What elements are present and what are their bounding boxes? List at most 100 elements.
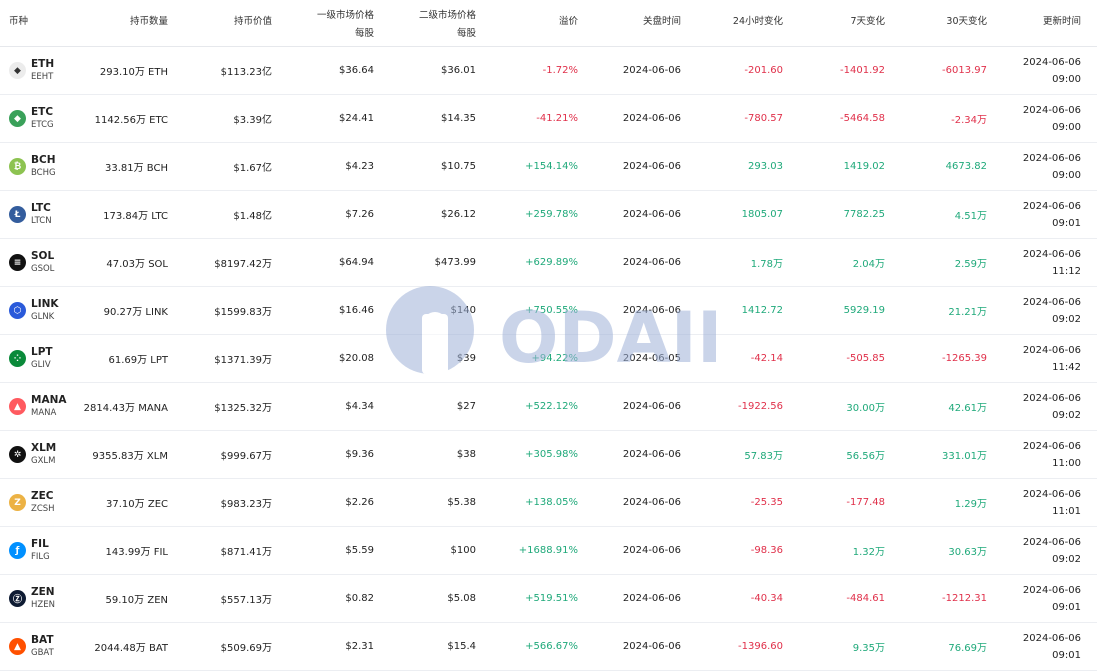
table-row[interactable]: Ł LTC LTCN 173.84万 LTC $1.48亿 $7.26 $26.… [0, 191, 1097, 239]
updated-time: 09:01 [1052, 217, 1081, 229]
updated-date: 2024-06-06 [1022, 200, 1081, 212]
secondary-price-cell: $14.35 [441, 113, 476, 124]
change-30d-cell: -2.34万 [951, 115, 987, 126]
premium-cell: +1688.91% [518, 545, 578, 556]
ethereum-icon: ◆ [9, 62, 26, 79]
holdings-cell: 90.27万 LINK [103, 307, 168, 318]
coin-cell[interactable]: ▲ MANA MANA [9, 383, 79, 430]
premium-cell: +629.89% [525, 257, 578, 268]
updated-time: 09:01 [1052, 649, 1081, 661]
updated-cell: 2024-06-06 11:00 [987, 431, 1081, 478]
litecoin-icon: Ł [9, 206, 26, 223]
premium-cell: +94.22% [531, 353, 578, 364]
trust-ticker: GLIV [31, 359, 51, 370]
value-cell: $557.13万 [220, 595, 272, 606]
table-row[interactable]: ⬡ LINK GLNK 90.27万 LINK $1599.83万 $16.46… [0, 287, 1097, 335]
coin-cell[interactable]: ⁘ LPT GLIV [9, 335, 79, 382]
change-7d-cell: -505.85 [846, 353, 885, 364]
table-row[interactable]: ▲ BAT GBAT 2044.48万 BAT $509.69万 $2.31 $… [0, 623, 1097, 671]
header-premium[interactable]: 溢价 [476, 0, 578, 46]
header-change-7d[interactable]: 7天变化 [783, 0, 885, 46]
change-30d-cell: 42.61万 [948, 403, 987, 414]
coin-cell[interactable]: ✲ XLM GXLM [9, 431, 79, 478]
close-time-cell: 2024-06-06 [622, 209, 681, 220]
trust-ticker: ZCSH [31, 503, 55, 514]
table-row[interactable]: Ⓩ ZEN HZEN 59.10万 ZEN $557.13万 $0.82 $5.… [0, 575, 1097, 623]
livepeer-icon: ⁘ [9, 350, 26, 367]
updated-cell: 2024-06-06 09:02 [987, 287, 1081, 334]
filecoin-icon: ƒ [9, 542, 26, 559]
table-row[interactable]: ƒ FIL FILG 143.99万 FIL $871.41万 $5.59 $1… [0, 527, 1097, 575]
change-30d-cell: -1212.31 [942, 593, 987, 604]
updated-date: 2024-06-06 [1022, 296, 1081, 308]
updated-time: 11:01 [1052, 505, 1081, 517]
header-close-time[interactable]: 关盘时间 [578, 0, 681, 46]
basic-attention-token-icon: ▲ [9, 638, 26, 655]
change-7d-cell: 1419.02 [843, 161, 885, 172]
value-cell: $1599.83万 [214, 307, 272, 318]
coin-cell[interactable]: ƒ FIL FILG [9, 527, 79, 574]
coin-name: BCH [31, 153, 56, 166]
primary-price-cell: $4.23 [345, 161, 374, 172]
change-30d-cell: 331.01万 [942, 451, 987, 462]
updated-time: 11:12 [1052, 265, 1081, 277]
value-cell: $983.23万 [220, 499, 272, 510]
updated-date: 2024-06-06 [1022, 248, 1081, 260]
updated-time: 09:01 [1052, 601, 1081, 613]
change-24h-cell: 1805.07 [741, 209, 783, 220]
coin-cell[interactable]: Z ZEC ZCSH [9, 479, 79, 526]
header-updated[interactable]: 更新时间 [987, 0, 1081, 46]
close-time-cell: 2024-06-05 [622, 353, 681, 364]
header-change-24h[interactable]: 24小时变化 [681, 0, 783, 46]
primary-price-cell: $5.59 [345, 545, 374, 556]
table-row[interactable]: ₿ BCH BCHG 33.81万 BCH $1.67亿 $4.23 $10.7… [0, 143, 1097, 191]
coin-cell[interactable]: ⬡ LINK GLNK [9, 287, 79, 334]
header-primary-price[interactable]: 一级市场价格 每股 [272, 0, 374, 46]
primary-price-cell: $7.26 [345, 209, 374, 220]
trust-ticker: FILG [31, 551, 50, 562]
holdings-cell: 2814.43万 MANA [83, 403, 168, 414]
change-7d-cell: -484.61 [846, 593, 885, 604]
header-change-30d[interactable]: 30天变化 [885, 0, 987, 46]
header-value[interactable]: 持币价值 [168, 0, 272, 46]
value-cell: $871.41万 [220, 547, 272, 558]
table-row[interactable]: ✲ XLM GXLM 9355.83万 XLM $999.67万 $9.36 $… [0, 431, 1097, 479]
change-24h-cell: 1412.72 [741, 305, 783, 316]
coin-cell[interactable]: ₿ BCH BCHG [9, 143, 79, 190]
coin-cell[interactable]: Ⓩ ZEN HZEN [9, 575, 79, 622]
updated-date: 2024-06-06 [1022, 488, 1081, 500]
table-row[interactable]: ◆ ETH EEHT 293.10万 ETH $113.23亿 $36.64 $… [0, 47, 1097, 95]
holdings-cell: 37.10万 ZEC [106, 499, 168, 510]
table-row[interactable]: ◆ ETC ETCG 1142.56万 ETC $3.39亿 $24.41 $1… [0, 95, 1097, 143]
updated-time: 09:00 [1052, 73, 1081, 85]
table-row[interactable]: ⁘ LPT GLIV 61.69万 LPT $1371.39万 $20.08 $… [0, 335, 1097, 383]
change-24h-cell: -201.60 [744, 65, 783, 76]
primary-price-cell: $64.94 [339, 257, 374, 268]
change-24h-cell: -1922.56 [738, 401, 783, 412]
secondary-price-cell: $5.08 [447, 593, 476, 604]
close-time-cell: 2024-06-06 [622, 257, 681, 268]
coin-name: MANA [31, 393, 67, 406]
updated-time: 09:02 [1052, 313, 1081, 325]
change-7d-cell: 56.56万 [846, 451, 885, 462]
table-row[interactable]: ≡ SOL GSOL 47.03万 SOL $8197.42万 $64.94 $… [0, 239, 1097, 287]
coin-cell[interactable]: Ł LTC LTCN [9, 191, 79, 238]
table-row[interactable]: Z ZEC ZCSH 37.10万 ZEC $983.23万 $2.26 $5.… [0, 479, 1097, 527]
secondary-price-cell: $38 [456, 449, 476, 460]
header-holdings[interactable]: 持币数量 [75, 0, 168, 46]
updated-cell: 2024-06-06 09:00 [987, 143, 1081, 190]
value-cell: $1.48亿 [233, 211, 272, 222]
coin-cell[interactable]: ◆ ETH EEHT [9, 47, 79, 94]
header-secondary-price[interactable]: 二级市场价格 每股 [374, 0, 476, 46]
coin-cell[interactable]: ◆ ETC ETCG [9, 95, 79, 142]
holdings-cell: 47.03万 SOL [106, 259, 168, 270]
table-row[interactable]: ▲ MANA MANA 2814.43万 MANA $1325.32万 $4.3… [0, 383, 1097, 431]
header-symbol[interactable]: 币种 [9, 0, 79, 46]
updated-cell: 2024-06-06 11:42 [987, 335, 1081, 382]
change-30d-cell: 21.21万 [948, 307, 987, 318]
premium-cell: -41.21% [536, 113, 578, 124]
coin-cell[interactable]: ≡ SOL GSOL [9, 239, 79, 286]
primary-price-cell: $4.34 [345, 401, 374, 412]
value-cell: $999.67万 [220, 451, 272, 462]
updated-date: 2024-06-06 [1022, 440, 1081, 452]
